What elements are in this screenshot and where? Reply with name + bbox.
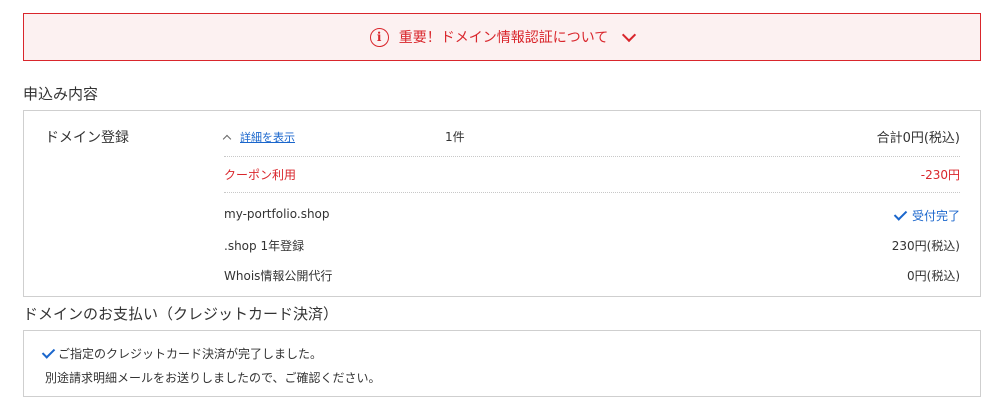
show-details-link[interactable]: 詳細を表示: [222, 129, 295, 145]
important-notice-banner[interactable]: i 重要！ドメイン情報認証について: [23, 13, 981, 61]
registration-plan: .shop 1年登録: [224, 239, 305, 253]
registration-price: 230円(税込): [891, 239, 960, 253]
order-section-title: 申込み内容: [23, 85, 99, 103]
divider: [224, 156, 960, 157]
product-name: ドメイン登録: [45, 130, 129, 146]
chevron-down-icon: [622, 27, 637, 42]
check-icon: [893, 206, 908, 221]
payment-line2: 別途請求明細メールをお送りしましたので、ご確認ください。: [45, 371, 381, 385]
item-count: 1件: [445, 130, 465, 144]
status-text: 受付完了: [911, 209, 960, 223]
divider: [224, 192, 960, 193]
whois-proxy-price: 0円(税込): [907, 269, 960, 283]
coupon-label: クーポン利用: [224, 168, 297, 182]
order-summary-box: ドメイン登録 詳細を表示 1件 合計0円(税込) クーポン利用 -230円 my…: [23, 110, 981, 297]
check-icon: [41, 344, 56, 359]
coupon-value: -230円: [920, 168, 960, 182]
payment-box: ご指定のクレジットカード決済が完了しました。 別途請求明細メールをお送りしました…: [23, 330, 981, 397]
whois-proxy-label: Whois情報公開代行: [224, 269, 333, 283]
payment-line1: ご指定のクレジットカード決済が完了しました。: [58, 347, 323, 361]
notice-text: 重要！ドメイン情報認証について: [398, 30, 609, 46]
domain-name: my-portfolio.shop: [224, 207, 330, 221]
payment-section-title: ドメインのお支払い（クレジットカード決済）: [23, 305, 339, 323]
order-total: 合計0円(税込): [876, 131, 960, 146]
info-icon: i: [369, 27, 389, 47]
show-details-label: 詳細を表示: [240, 131, 295, 144]
chevron-up-icon: [222, 134, 232, 143]
notice-content: i 重要！ドメイン情報認証について: [369, 27, 637, 47]
page: i 重要！ドメイン情報認証について 申込み内容 ドメイン登録 詳細を表示 1件 …: [0, 0, 1005, 402]
status-badge: 受付完了: [893, 206, 960, 224]
payment-complete-message: ご指定のクレジットカード決済が完了しました。: [41, 344, 323, 362]
